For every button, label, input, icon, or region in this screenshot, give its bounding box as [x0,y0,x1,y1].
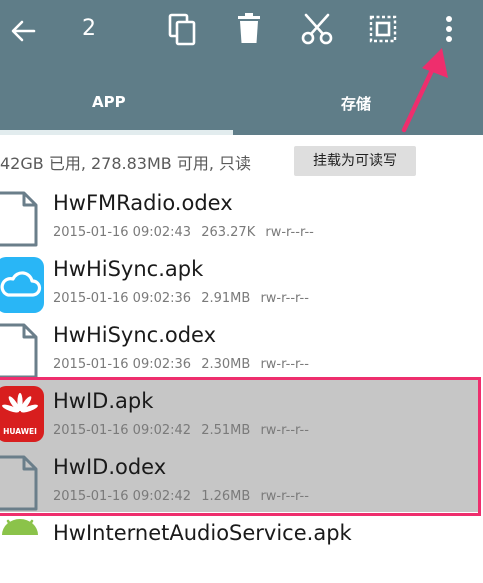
file-size: 2.91MB [201,291,251,306]
tab-app[interactable]: APP [92,93,126,111]
copy-icon[interactable] [167,13,199,47]
tab-storage[interactable]: 存储 [341,93,371,114]
file-size: 2.30MB [201,357,251,372]
cloud-app-icon [0,257,44,313]
file-icon [0,191,38,247]
list-item[interactable]: HwHiSync.apk 2015-01-16 09:02:36 2.91MB … [0,253,483,319]
file-icon [0,323,38,379]
file-name: HwInternetAudioService.apk [53,521,352,545]
mount-read-write-button[interactable]: 挂载为可读写 [294,146,416,176]
delete-icon[interactable] [236,13,262,45]
file-name: HwHiSync.apk [53,257,204,281]
file-date: 2015-01-16 09:02:36 [53,291,192,306]
file-name: HwFMRadio.odex [53,191,233,215]
list-item[interactable]: HwHiSync.odex 2015-01-16 09:02:36 2.30MB… [0,319,483,385]
select-all-icon[interactable] [369,15,397,43]
file-permissions: rw-r--r-- [260,357,309,372]
list-item[interactable]: HwFMRadio.odex 2015-01-16 09:02:43 263.2… [0,187,483,253]
file-date: 2015-01-16 09:02:43 [53,225,192,240]
annotation-arrow-icon [401,48,448,133]
selection-highlight-box [0,377,481,516]
back-arrow-icon[interactable] [8,16,38,46]
storage-info-text: 42GB 已用, 278.83MB 可用, 只读 [0,154,252,173]
file-size: 263.27K [201,225,256,240]
file-name: HwHiSync.odex [53,323,217,347]
file-permissions: rw-r--r-- [265,225,314,240]
file-date: 2015-01-16 09:02:36 [53,357,192,372]
more-vert-icon[interactable] [441,14,457,44]
file-meta: 2015-01-16 09:02:36 2.30MB rw-r--r-- [53,357,315,372]
file-meta: 2015-01-16 09:02:43 263.27K rw-r--r-- [53,225,320,240]
cut-icon[interactable] [300,12,334,46]
selected-count: 2 [82,16,96,41]
android-app-icon [2,519,38,535]
file-permissions: rw-r--r-- [260,291,309,306]
file-meta: 2015-01-16 09:02:36 2.91MB rw-r--r-- [53,291,315,306]
list-item[interactable]: HwInternetAudioService.apk [0,517,483,583]
